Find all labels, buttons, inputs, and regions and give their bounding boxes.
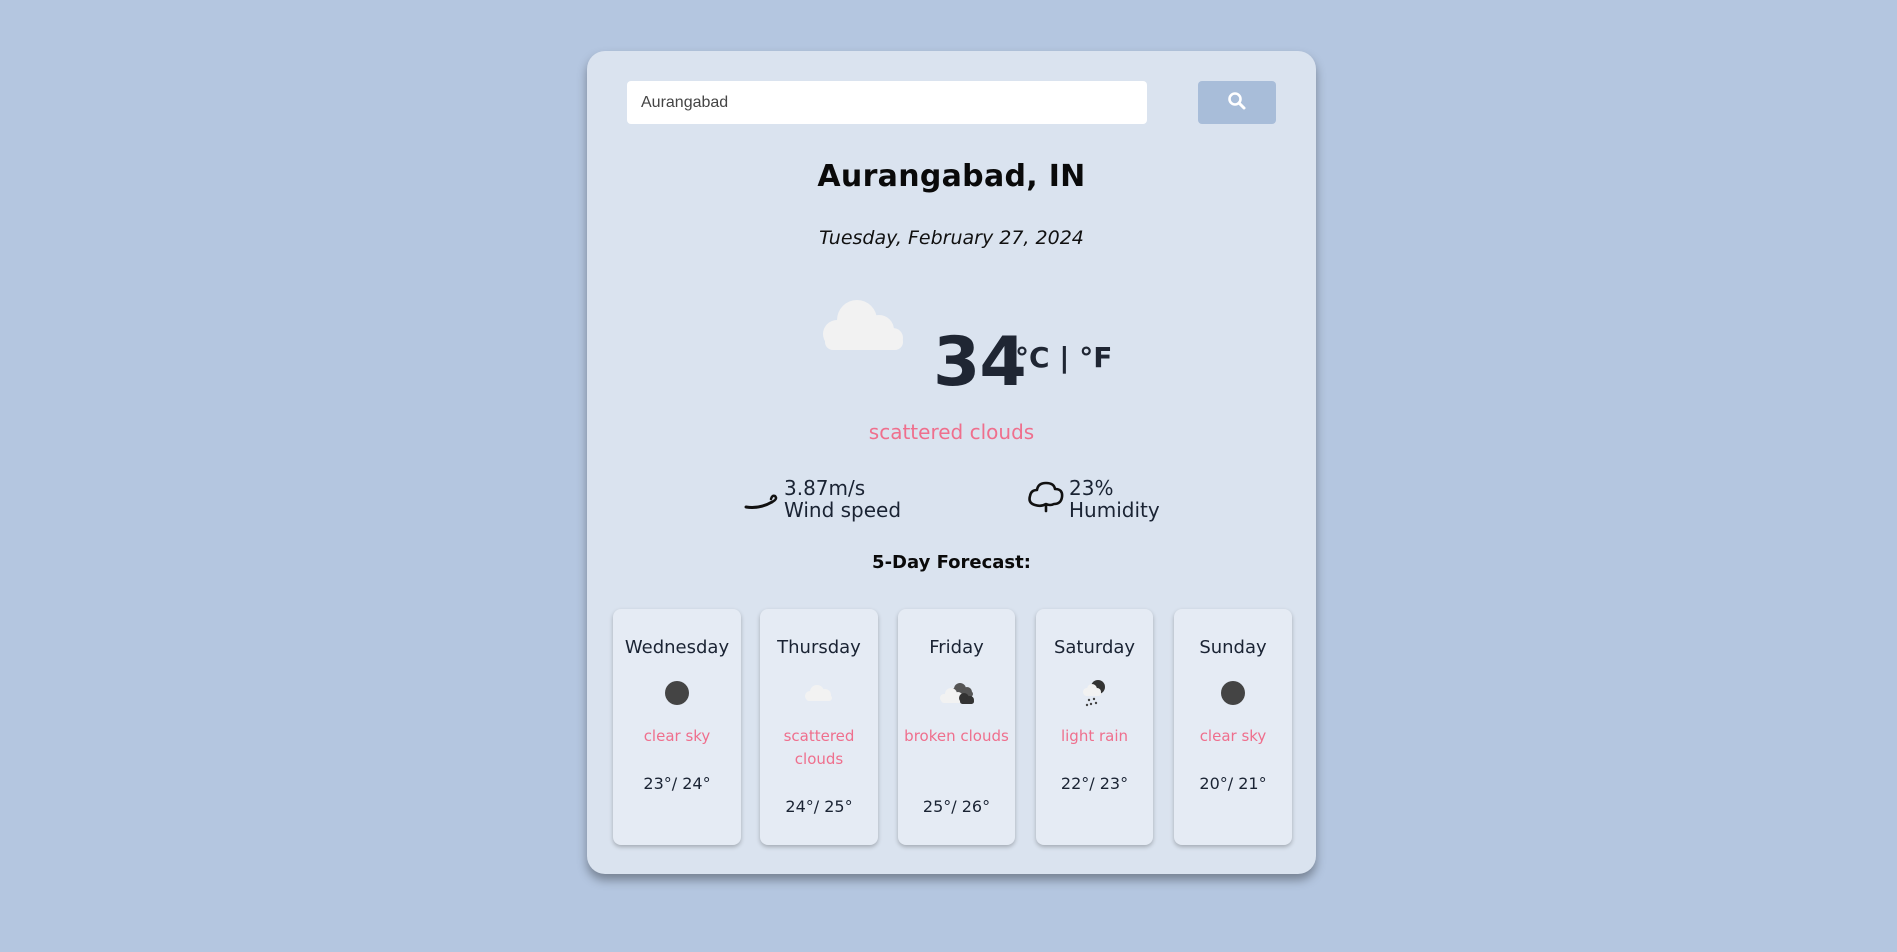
unit-toggle[interactable]: °C | °F [1015, 341, 1112, 374]
forecast-low: 22°/ [1060, 774, 1095, 793]
forecast-high: 26° [961, 797, 991, 816]
weather-card: Aurangabad, IN Tuesday, February 27, 202… [587, 51, 1316, 874]
clear-night-icon [1174, 679, 1292, 707]
wind-speed-label: Wind speed [784, 498, 902, 522]
clear-night-icon [613, 679, 741, 707]
wind-speed-value: 3.87m/s [784, 476, 866, 500]
humidity-label: Humidity [1069, 498, 1160, 522]
forecast-card-friday: Friday broken clouds 25°/ 26° [898, 609, 1015, 845]
forecast-title: 5-Day Forecast: [872, 552, 1031, 573]
broken-clouds-icon [898, 679, 1015, 707]
cloud-icon [819, 296, 909, 358]
forecast-low: 20°/ [1199, 774, 1234, 793]
forecast-description: clear sky [643, 727, 711, 745]
forecast-temps: 20°/ 21° [1174, 774, 1292, 793]
city-search-input[interactable] [627, 81, 1147, 124]
forecast-description: light rain [1060, 727, 1129, 745]
forecast-temps: 25°/ 26° [898, 797, 1015, 816]
current-temperature: 34 [933, 323, 1027, 402]
forecast-temps: 23°/ 24° [613, 774, 741, 793]
city-title: Aurangabad, IN [817, 159, 1086, 194]
wind-icon [744, 491, 780, 515]
forecast-description: broken clouds [904, 727, 1009, 745]
humidity-cloud-icon [1027, 479, 1065, 519]
search-button[interactable] [1198, 81, 1276, 124]
forecast-day: Wednesday [624, 637, 730, 658]
forecast-card-wednesday: Wednesday clear sky 23°/ 24° [613, 609, 741, 845]
humidity-stat: 23% Humidity [1027, 477, 1160, 521]
forecast-low: 23°/ [643, 774, 678, 793]
forecast-card-thursday: Thursday scattered clouds 24°/ 25° [760, 609, 878, 845]
scattered-clouds-icon [760, 679, 878, 707]
forecast-temps: 22°/ 23° [1036, 774, 1153, 793]
forecast-day: Sunday [1199, 637, 1267, 658]
search-icon [1227, 91, 1247, 114]
forecast-high: 24° [682, 774, 711, 793]
forecast-day: Friday [929, 637, 984, 658]
wind-stat: 3.87m/s Wind speed [744, 477, 901, 521]
current-date: Tuesday, February 27, 2024 [819, 227, 1084, 249]
forecast-high: 25° [824, 797, 853, 816]
forecast-description: clear sky [1199, 727, 1267, 745]
forecast-day: Saturday [1053, 637, 1136, 658]
light-rain-icon [1036, 679, 1153, 707]
forecast-low: 25°/ [922, 797, 957, 816]
forecast-high: 23° [1099, 774, 1129, 793]
forecast-day: Thursday [777, 637, 861, 658]
forecast-card-sunday: Sunday clear sky 20°/ 21° [1174, 609, 1292, 845]
humidity-value: 23% [1069, 476, 1114, 500]
forecast-temps: 24°/ 25° [760, 797, 878, 816]
forecast-low: 24°/ [785, 797, 820, 816]
current-description: scattered clouds [868, 420, 1035, 444]
forecast-high: 21° [1238, 774, 1267, 793]
forecast-description: scattered clouds [783, 727, 855, 768]
forecast-card-saturday: Saturday light rain 22°/ 23° [1036, 609, 1153, 845]
